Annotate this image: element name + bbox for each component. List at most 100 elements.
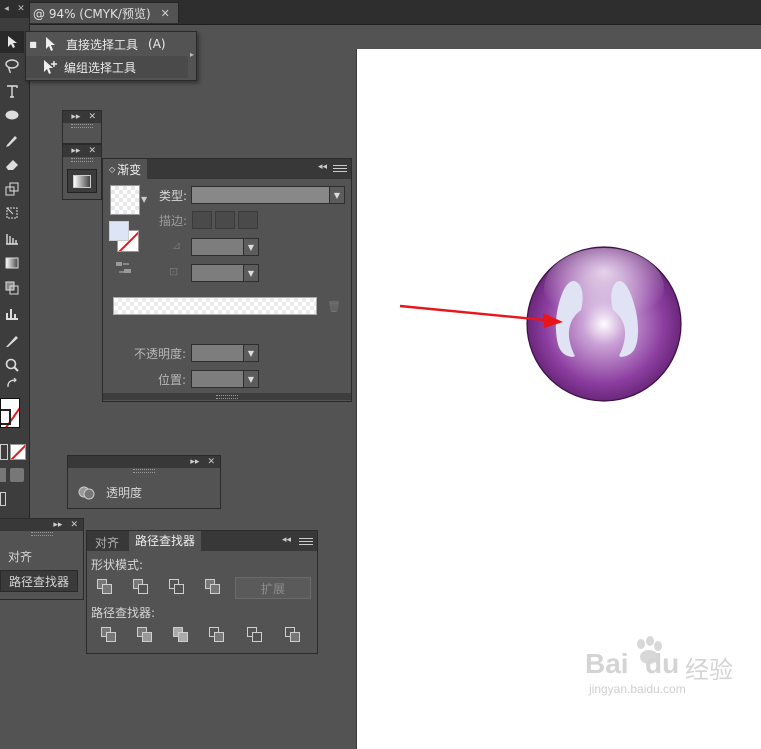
crop-icon[interactable] — [209, 627, 227, 643]
unite-icon[interactable] — [97, 579, 115, 595]
artwork[interactable] — [395, 240, 695, 410]
none-mode-button[interactable] — [10, 444, 26, 460]
gradient-tool[interactable] — [0, 252, 24, 274]
slice-icon — [6, 336, 18, 347]
draw-normal-button[interactable] — [0, 468, 6, 482]
expand-panel-icon[interactable]: ▸▸ — [53, 520, 62, 530]
angle-icon: ⊿ — [172, 239, 182, 252]
tab-pathfinder[interactable]: 路径查找器 — [129, 531, 202, 551]
angle-dropdown-arrow-icon: ▼ — [243, 239, 258, 255]
location-field[interactable]: ▼ — [191, 370, 259, 388]
stroke-within-button[interactable] — [192, 211, 212, 229]
angle-field[interactable]: ▼ — [191, 238, 259, 256]
minus-back-icon[interactable] — [285, 627, 303, 643]
outline-icon[interactable] — [247, 627, 265, 643]
tools-collapse-icon[interactable]: ◂ — [4, 4, 9, 14]
blend-tool[interactable] — [0, 277, 24, 299]
shape-builder-tool[interactable] — [0, 227, 24, 249]
align-collapsed-item[interactable]: 对齐 — [8, 548, 32, 565]
gradient-panel-resize-bar[interactable] — [103, 393, 351, 400]
exclude-icon[interactable] — [205, 579, 223, 595]
intersect-icon[interactable] — [169, 579, 187, 595]
close-panel-icon[interactable]: ✕ — [88, 112, 96, 122]
pencil-tool[interactable] — [0, 129, 24, 151]
tools-panel-header[interactable]: ◂ ✕ — [0, 0, 29, 18]
ellipse-tool[interactable] — [0, 104, 24, 126]
collapse-panel-icon[interactable]: ◂◂ — [282, 535, 291, 545]
aspect-ratio-field[interactable]: ▼ — [191, 264, 259, 282]
minus-front-icon[interactable] — [133, 579, 151, 595]
swap-colors-control[interactable] — [0, 376, 24, 392]
opacity-field[interactable]: ▼ — [191, 344, 259, 362]
tab-align[interactable]: 对齐 — [95, 534, 119, 551]
divide-icon[interactable] — [101, 627, 119, 643]
gradient-panel-tab[interactable]: ◇ 渐变 — [103, 159, 148, 179]
eraser-tool[interactable] — [0, 153, 24, 175]
merge-icon[interactable] — [173, 627, 191, 643]
stroke-along-button[interactable] — [215, 211, 235, 229]
flyout-item-direct-select[interactable]: ■ 直接选择工具 (A) — [26, 33, 188, 55]
screen-mode-button[interactable] — [0, 492, 6, 506]
mini-panel-gradient-header[interactable]: ▸▸ ✕ — [63, 145, 101, 157]
tab-options-icon: ◇ — [109, 164, 116, 174]
red-arrow-line — [399, 304, 546, 322]
watermark-brand: Bai — [585, 648, 629, 679]
gradient-swatch-dropdown-icon[interactable]: ▼ — [141, 195, 147, 204]
transparency-panel-header[interactable]: ▸▸ ✕ — [68, 456, 220, 468]
fill-swatch-edge — [1, 409, 11, 425]
type-dropdown[interactable]: ▼ — [191, 186, 345, 204]
expand-button[interactable]: 扩展 — [235, 577, 311, 599]
gradient-panel-button[interactable] — [67, 169, 97, 193]
delete-stop-trash-icon[interactable]: 🗑 — [327, 300, 341, 313]
expand-panel-icon[interactable]: ▸▸ — [71, 146, 80, 156]
fill-swatch[interactable] — [109, 221, 129, 241]
transparency-icon — [78, 486, 95, 499]
pathfinders-label: 路径查找器: — [91, 606, 156, 620]
tools-close-icon[interactable]: ✕ — [17, 4, 25, 14]
free-transform-tool[interactable] — [0, 202, 24, 224]
panel-menu-icon[interactable] — [299, 534, 313, 548]
scale-tool[interactable] — [0, 178, 24, 200]
pathfinder-collapsed-item[interactable]: 路径查找器 — [0, 570, 78, 592]
none-slash — [11, 445, 25, 459]
close-panel-icon[interactable]: ✕ — [207, 457, 215, 467]
mini-panel-upper-header[interactable]: ▸▸ ✕ — [63, 111, 101, 123]
gradient-swatch[interactable] — [110, 185, 140, 215]
transparency-panel-button[interactable]: 透明度 — [78, 484, 142, 501]
free-transform-icon — [6, 207, 18, 219]
shape-modes-label: 形状模式: — [91, 558, 144, 572]
flyout-tearoff-arrow-icon[interactable]: ▸ — [190, 50, 194, 59]
panel-grip[interactable] — [63, 123, 101, 129]
direct-selection-icon — [40, 36, 60, 52]
stroke-across-button[interactable] — [238, 211, 258, 229]
document-tab-close-icon[interactable]: ✕ — [161, 7, 170, 20]
expand-panel-icon[interactable]: ▸▸ — [71, 112, 80, 122]
transparency-panel: ▸▸ ✕ 透明度 — [67, 455, 221, 509]
panel-grip[interactable] — [63, 157, 101, 163]
panel-menu-icon[interactable] — [333, 161, 347, 175]
panel-grip[interactable] — [0, 531, 83, 537]
reverse-gradient-icon[interactable] — [115, 261, 133, 275]
zoom-tool[interactable] — [0, 354, 24, 376]
gradient-slider[interactable] — [113, 297, 317, 315]
align-pathfinder-collapsed-header[interactable]: ▸▸ ✕ — [0, 519, 83, 531]
flyout-item-group-select[interactable]: 编组选择工具 — [26, 56, 188, 78]
active-bullet-icon: ■ — [29, 39, 37, 49]
close-panel-icon[interactable]: ✕ — [70, 520, 78, 530]
stroke-color-swatch[interactable] — [0, 398, 20, 428]
direct-selection-tool[interactable] — [0, 31, 24, 53]
document-tab[interactable]: @ 94% (CMYK/预览) ✕ — [22, 2, 179, 23]
collapse-panel-icon[interactable]: ◂◂ — [318, 162, 327, 172]
panel-grip[interactable] — [68, 468, 220, 474]
color-mode-button[interactable] — [0, 444, 8, 460]
column-graph-tool[interactable] — [0, 302, 24, 324]
close-panel-icon[interactable]: ✕ — [88, 146, 96, 156]
slice-tool[interactable] — [0, 330, 24, 352]
expand-panel-icon[interactable]: ▸▸ — [190, 457, 199, 467]
draw-behind-button[interactable] — [10, 468, 24, 482]
stroke-label: 描边: — [159, 214, 188, 228]
trim-icon[interactable] — [137, 627, 155, 643]
lasso-tool[interactable] — [0, 55, 24, 77]
baidu-jingyan-watermark: Bai du 经验 jingyan.baidu.com — [585, 636, 755, 700]
type-tool[interactable] — [0, 80, 24, 102]
